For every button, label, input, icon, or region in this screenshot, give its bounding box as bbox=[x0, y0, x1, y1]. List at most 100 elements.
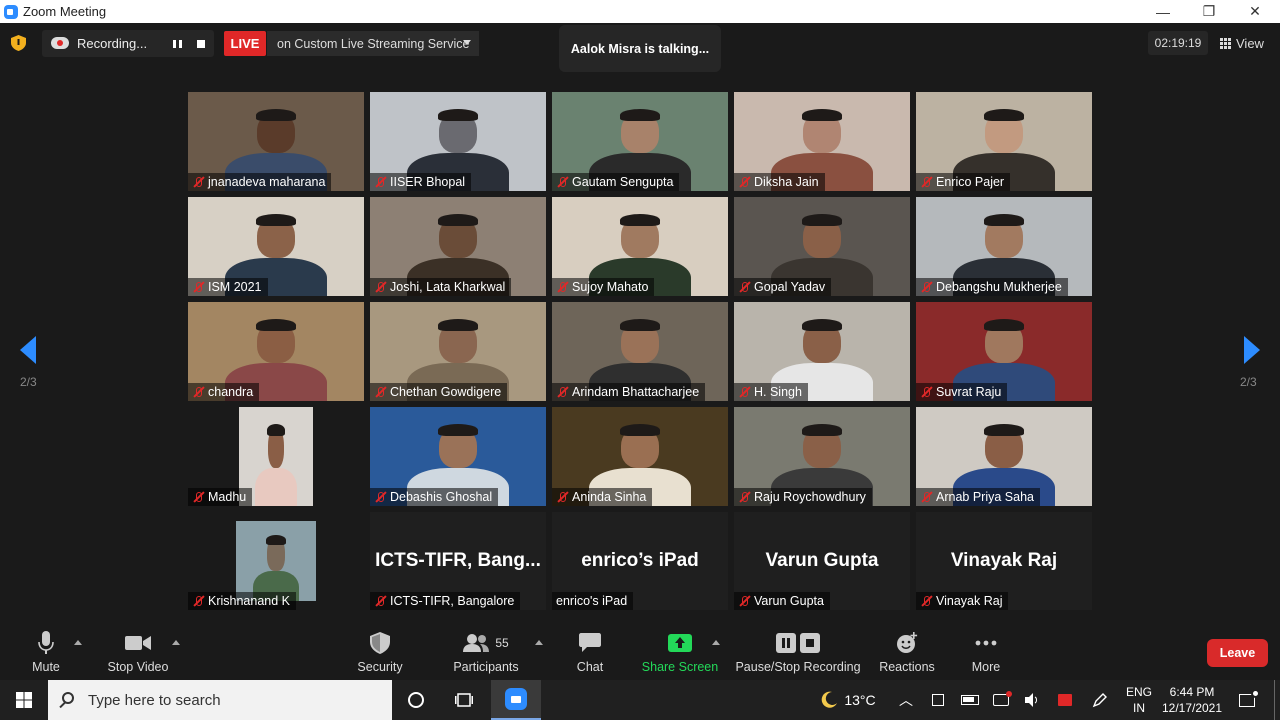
participant-tile[interactable]: Diksha Jain bbox=[734, 92, 910, 191]
participant-tile[interactable]: IISER Bhopal bbox=[370, 92, 546, 191]
close-button[interactable]: ✕ bbox=[1232, 0, 1278, 23]
participant-body bbox=[254, 468, 298, 506]
participant-name-tag: Debashis Ghoshal bbox=[370, 488, 499, 506]
pause-stop-recording-button[interactable]: Pause/Stop Recording bbox=[735, 630, 861, 678]
participant-name-tag: Gopal Yadav bbox=[734, 278, 832, 296]
participant-tile[interactable]: Enrico Pajer bbox=[916, 92, 1092, 191]
participant-tile[interactable]: Chethan Gowdigere bbox=[370, 302, 546, 401]
view-button[interactable]: View bbox=[1220, 31, 1264, 55]
participants-options-chevron-icon[interactable] bbox=[535, 640, 543, 645]
participant-tile[interactable]: Vinayak Raj Vinayak Raj bbox=[916, 512, 1092, 610]
participant-tile[interactable]: ISM 2021 bbox=[188, 197, 364, 296]
pause-recording-button[interactable] bbox=[168, 36, 186, 52]
security-label: Security bbox=[357, 660, 403, 674]
participant-name: chandra bbox=[208, 385, 254, 399]
video-options-chevron-icon[interactable] bbox=[172, 640, 180, 645]
participant-tile[interactable]: Krishnanand K bbox=[188, 512, 364, 610]
pen-icon[interactable] bbox=[1088, 680, 1112, 720]
participant-name-tag: Sujoy Mahato bbox=[552, 278, 655, 296]
show-desktop-divider[interactable] bbox=[1274, 680, 1275, 720]
language-indicator[interactable]: ENG IN bbox=[1124, 680, 1154, 720]
participant-tile[interactable]: Varun Gupta Varun Gupta bbox=[734, 512, 910, 610]
audio-options-chevron-icon[interactable] bbox=[74, 640, 82, 645]
previous-page-arrow-icon[interactable] bbox=[20, 336, 36, 364]
chat-button[interactable]: Chat bbox=[574, 630, 606, 678]
participant-name: Debangshu Mukherjee bbox=[936, 280, 1062, 294]
participant-name-tag: Raju Roychowdhury bbox=[734, 488, 872, 506]
participant-tile[interactable]: Arnab Priya Saha bbox=[916, 407, 1092, 506]
meeting-timer: 02:19:19 bbox=[1148, 31, 1208, 55]
participant-tile[interactable]: Debashis Ghoshal bbox=[370, 407, 546, 506]
participant-tile[interactable]: Gautam Sengupta bbox=[552, 92, 728, 191]
stop-video-button[interactable]: Stop Video bbox=[106, 630, 170, 678]
participant-hair bbox=[983, 213, 1025, 227]
participant-tile[interactable]: Gopal Yadav bbox=[734, 197, 910, 296]
participant-tile[interactable]: Joshi, Lata Kharkwal bbox=[370, 197, 546, 296]
more-dots-icon bbox=[975, 640, 997, 646]
muted-mic-icon bbox=[920, 176, 932, 188]
participant-count: 55 bbox=[495, 636, 509, 650]
muted-mic-icon bbox=[374, 491, 386, 503]
security-shield-icon[interactable] bbox=[11, 35, 26, 51]
cortana-circle-icon bbox=[408, 692, 424, 708]
next-page-arrow-icon[interactable] bbox=[1244, 336, 1260, 364]
system-clock[interactable]: 6:44 PM 12/17/2021 bbox=[1158, 680, 1226, 720]
live-service-dropdown[interactable]: on Custom Live Streaming Service bbox=[267, 31, 479, 56]
participant-tile[interactable]: Sujoy Mahato bbox=[552, 197, 728, 296]
participant-name: Enrico Pajer bbox=[936, 175, 1005, 189]
participant-tile[interactable]: ICTS-TIFR, Bang... ICTS-TIFR, Bangalore bbox=[370, 512, 546, 610]
participant-name: Arnab Priya Saha bbox=[936, 490, 1034, 504]
participant-tile[interactable]: Debangshu Mukherjee bbox=[916, 197, 1092, 296]
security-button[interactable]: Security bbox=[356, 630, 404, 678]
dropbox-icon[interactable] bbox=[1054, 680, 1076, 720]
taskbar-search-box[interactable]: Type here to search bbox=[48, 680, 392, 720]
app-title: Zoom Meeting bbox=[4, 4, 106, 19]
more-button[interactable]: More bbox=[968, 630, 1004, 678]
share-screen-button[interactable]: Share Screen bbox=[642, 630, 718, 678]
show-hidden-icons-chevron-icon[interactable]: ︿ bbox=[894, 680, 918, 720]
battery-icon[interactable] bbox=[958, 680, 982, 720]
device-tray-icon[interactable] bbox=[928, 680, 948, 720]
participant-tile[interactable]: Arindam Bhattacharjee bbox=[552, 302, 728, 401]
participant-tile[interactable]: Suvrat Raju bbox=[916, 302, 1092, 401]
zoom-taskbar-app[interactable] bbox=[491, 680, 541, 720]
minimize-button[interactable]: — bbox=[1140, 0, 1186, 23]
volume-icon[interactable] bbox=[1022, 680, 1044, 720]
participant-name: Vinayak Raj bbox=[936, 594, 1003, 608]
muted-mic-icon bbox=[192, 491, 204, 503]
cortana-button[interactable] bbox=[398, 680, 434, 720]
participant-name: jnanadeva maharana bbox=[208, 175, 326, 189]
participant-tile[interactable]: enrico’s iPad enrico's iPad bbox=[552, 512, 728, 610]
participants-button[interactable]: 55 Participants bbox=[452, 630, 520, 678]
start-button[interactable] bbox=[0, 680, 48, 720]
muted-mic-icon bbox=[374, 281, 386, 293]
participants-icon bbox=[463, 634, 490, 652]
task-view-button[interactable] bbox=[446, 680, 482, 720]
participant-tile[interactable]: Raju Roychowdhury bbox=[734, 407, 910, 506]
live-badge[interactable]: LIVE bbox=[224, 31, 266, 56]
muted-mic-icon bbox=[738, 491, 750, 503]
participant-name-tag: Debangshu Mukherjee bbox=[916, 278, 1068, 296]
reactions-button[interactable]: Reactions bbox=[878, 630, 936, 678]
maximize-button[interactable]: ❐ bbox=[1186, 0, 1232, 23]
participant-tile[interactable]: H. Singh bbox=[734, 302, 910, 401]
participant-hair bbox=[437, 213, 479, 227]
participant-tile[interactable]: chandra bbox=[188, 302, 364, 401]
stop-recording-button[interactable] bbox=[192, 36, 210, 52]
muted-mic-icon bbox=[374, 176, 386, 188]
chevron-down-icon bbox=[463, 40, 471, 45]
participant-name: H. Singh bbox=[754, 385, 802, 399]
muted-mic-icon bbox=[920, 386, 932, 398]
participant-tile[interactable]: jnanadeva maharana bbox=[188, 92, 364, 191]
mute-button[interactable]: Mute bbox=[30, 630, 62, 678]
network-icon[interactable] bbox=[990, 680, 1012, 720]
participant-hair bbox=[255, 213, 297, 227]
participant-hair bbox=[437, 423, 479, 437]
participant-tile[interactable]: Aninda Sinha bbox=[552, 407, 728, 506]
participant-tile[interactable]: Madhu bbox=[188, 407, 364, 506]
leave-button[interactable]: Leave bbox=[1207, 639, 1268, 667]
weather-widget[interactable]: 13°C bbox=[812, 680, 884, 720]
muted-mic-icon bbox=[738, 281, 750, 293]
notification-center-icon[interactable] bbox=[1234, 680, 1260, 720]
share-options-chevron-icon[interactable] bbox=[712, 640, 720, 645]
